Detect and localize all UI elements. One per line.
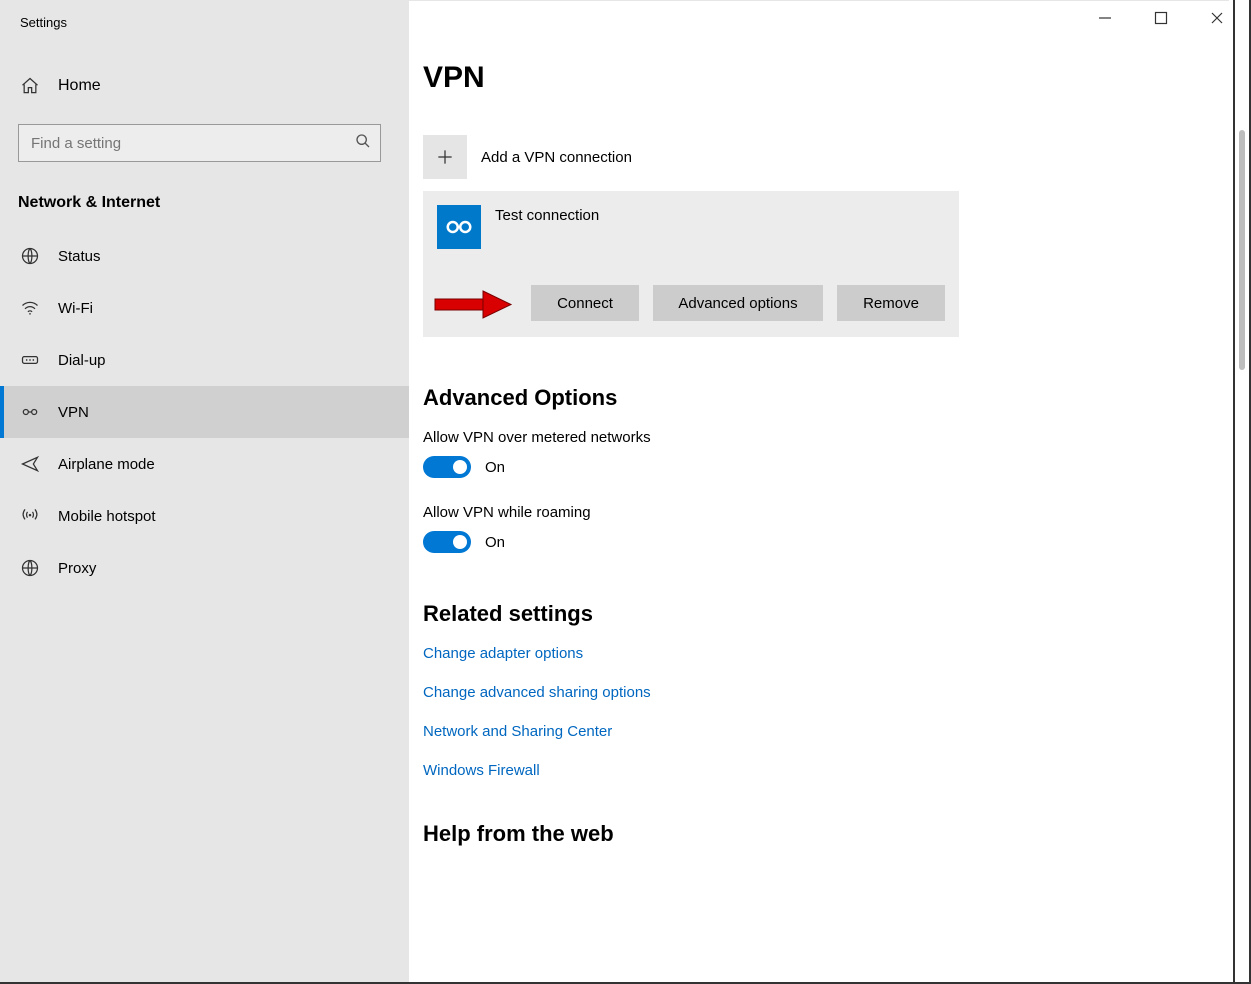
sidebar-item-wifi[interactable]: Wi-Fi — [0, 282, 409, 334]
metered-toggle[interactable] — [423, 456, 471, 478]
wifi-icon — [20, 298, 40, 318]
add-vpn-row[interactable]: Add a VPN connection — [423, 135, 1205, 179]
vpn-connection-card: Test connection Connect Advanced options… — [423, 191, 959, 337]
sidebar-item-label: Wi-Fi — [58, 300, 93, 317]
sidebar-item-hotspot[interactable]: Mobile hotspot — [0, 490, 409, 542]
sidebar-item-label: Mobile hotspot — [58, 508, 156, 525]
status-icon — [20, 246, 40, 266]
close-button[interactable] — [1207, 8, 1227, 28]
sidebar-section-label: Network & Internet — [0, 180, 409, 230]
dialup-icon — [20, 350, 40, 370]
related-settings-heading: Related settings — [423, 601, 1205, 627]
sidebar-item-dialup[interactable]: Dial-up — [0, 334, 409, 386]
scrollbar-thumb[interactable] — [1239, 130, 1245, 370]
advanced-options-button[interactable]: Advanced options — [653, 285, 823, 321]
plus-icon — [423, 135, 467, 179]
sidebar-item-airplane[interactable]: Airplane mode — [0, 438, 409, 490]
sidebar: Settings Home Network & Internet — [0, 1, 409, 984]
remove-button[interactable]: Remove — [837, 285, 945, 321]
minimize-button[interactable] — [1095, 8, 1115, 28]
sidebar-item-label: Dial-up — [58, 352, 106, 369]
vpn-icon — [20, 402, 40, 422]
sidebar-item-label: Proxy — [58, 560, 96, 577]
advanced-options-heading: Advanced Options — [423, 385, 1205, 411]
sidebar-item-status[interactable]: Status — [0, 230, 409, 282]
roaming-toggle-state: On — [485, 534, 505, 551]
proxy-icon — [20, 558, 40, 578]
roaming-label: Allow VPN while roaming — [423, 504, 1205, 521]
add-vpn-label: Add a VPN connection — [481, 149, 632, 166]
link-windows-firewall[interactable]: Windows Firewall — [423, 762, 1205, 779]
roaming-toggle[interactable] — [423, 531, 471, 553]
connect-button[interactable]: Connect — [531, 285, 639, 321]
page-title: VPN — [423, 61, 1205, 95]
sidebar-item-label: VPN — [58, 404, 89, 421]
window-controls — [1095, 8, 1227, 28]
window-title: Settings — [0, 15, 409, 30]
link-adapter-options[interactable]: Change adapter options — [423, 645, 1205, 662]
scrollbar[interactable] — [1233, 0, 1251, 984]
metered-label: Allow VPN over metered networks — [423, 429, 1205, 446]
sidebar-item-label: Status — [58, 248, 101, 265]
sidebar-home-label: Home — [58, 77, 101, 95]
sidebar-home[interactable]: Home — [0, 66, 409, 106]
main-content: VPN Add a VPN connection Test connection — [409, 1, 1229, 984]
hotspot-icon — [20, 506, 40, 526]
metered-toggle-state: On — [485, 459, 505, 476]
link-advanced-sharing[interactable]: Change advanced sharing options — [423, 684, 1205, 701]
help-heading: Help from the web — [423, 821, 1205, 847]
sidebar-item-vpn[interactable]: VPN — [0, 386, 409, 438]
vpn-connection-icon — [437, 205, 481, 249]
sidebar-item-label: Airplane mode — [58, 456, 155, 473]
search-input[interactable] — [18, 124, 381, 162]
maximize-button[interactable] — [1151, 8, 1171, 28]
vpn-connection-name: Test connection — [495, 205, 599, 224]
search-icon — [355, 133, 371, 153]
airplane-icon — [20, 454, 40, 474]
home-icon — [20, 76, 40, 96]
annotation-arrow-icon — [433, 289, 513, 317]
link-network-sharing-center[interactable]: Network and Sharing Center — [423, 723, 1205, 740]
sidebar-item-proxy[interactable]: Proxy — [0, 542, 409, 594]
